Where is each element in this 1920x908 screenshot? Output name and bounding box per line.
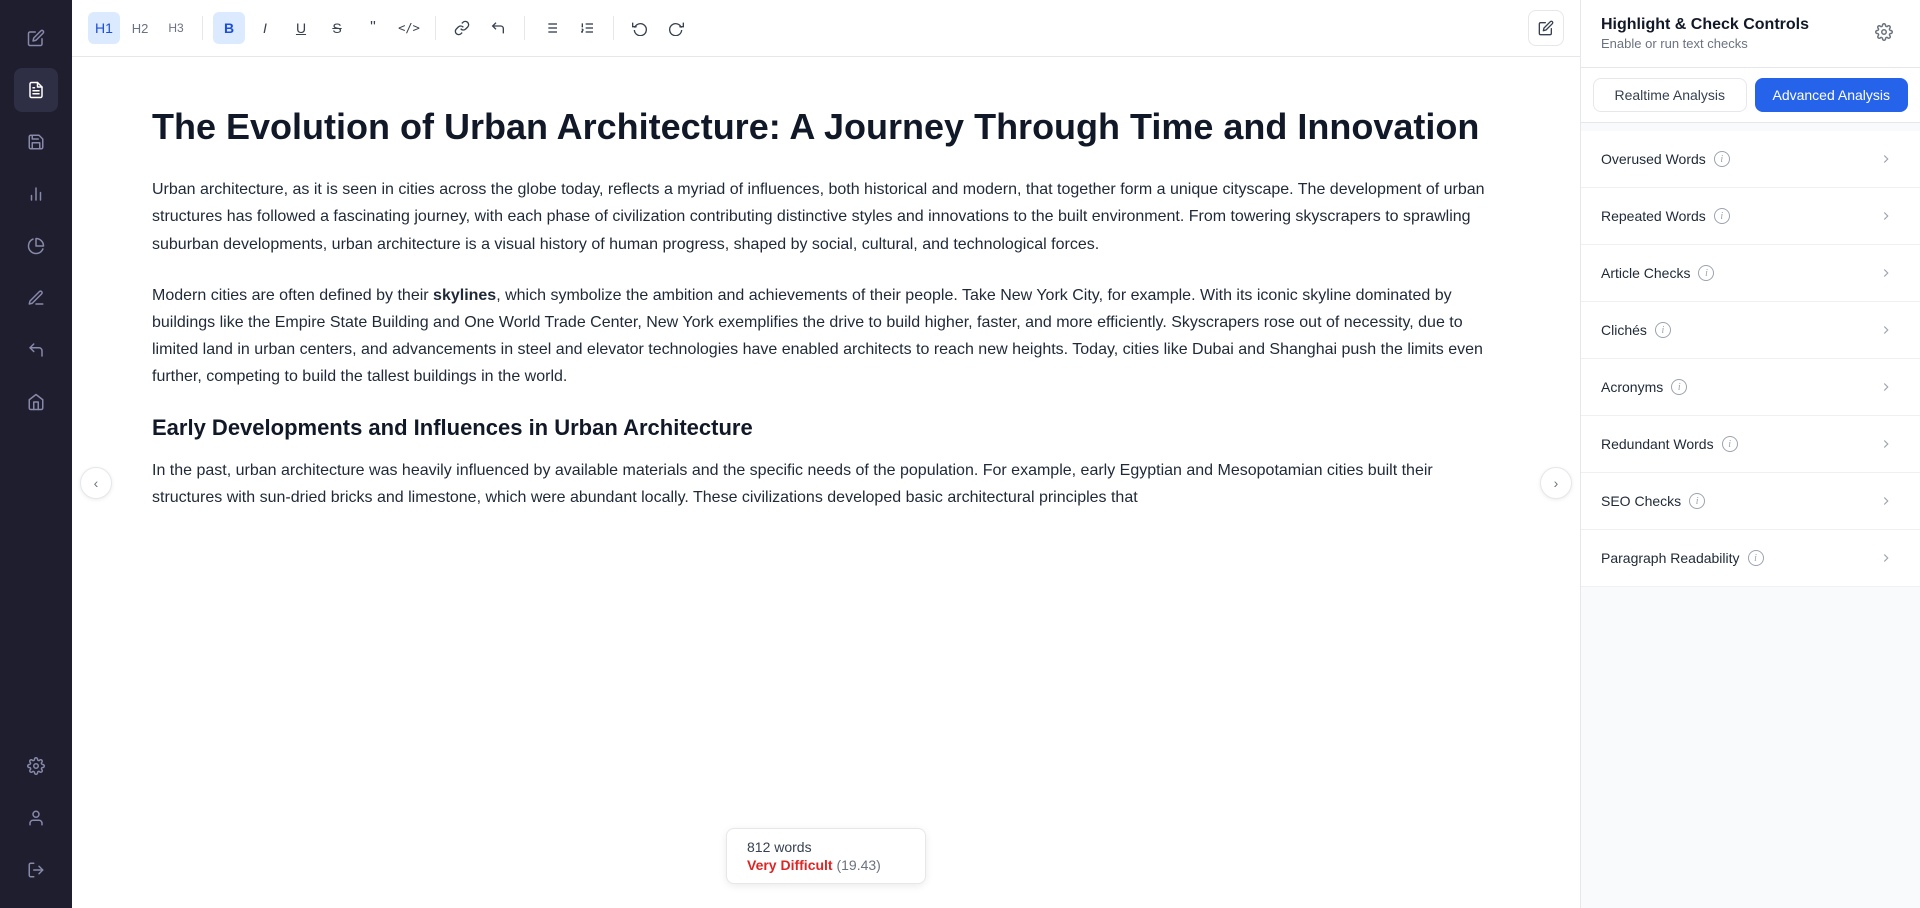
paragraph-readability-item[interactable]: Paragraph Readability i	[1581, 530, 1920, 587]
save-icon[interactable]	[14, 120, 58, 164]
user-icon[interactable]	[14, 796, 58, 840]
advanced-analysis-tab[interactable]: Advanced Analysis	[1755, 78, 1909, 112]
cliches-item[interactable]: Clichés i	[1581, 302, 1920, 359]
paragraph-3: In the past, urban architecture was heav…	[152, 457, 1500, 511]
undo-curved-icon[interactable]	[14, 328, 58, 372]
repeated-words-info-icon[interactable]: i	[1714, 208, 1730, 224]
repeated-words-label: Repeated Words	[1601, 208, 1706, 224]
italic-button[interactable]: I	[249, 12, 281, 44]
chart-pie-icon[interactable]	[14, 224, 58, 268]
chart-bar-icon[interactable]	[14, 172, 58, 216]
h1-button[interactable]: H1	[88, 12, 120, 44]
overused-words-run-btn[interactable]	[1872, 145, 1900, 173]
seo-checks-info-icon[interactable]: i	[1689, 493, 1705, 509]
editor-area[interactable]: The Evolution of Urban Architecture: A J…	[72, 57, 1580, 908]
cliches-info-icon[interactable]: i	[1655, 322, 1671, 338]
main-area: H1 H2 H3 B I U S " </>	[72, 0, 1580, 908]
seo-checks-left: SEO Checks i	[1601, 493, 1705, 509]
paragraph-1: Urban architecture, as it is seen in cit…	[152, 176, 1500, 258]
quote-button[interactable]: "	[357, 12, 389, 44]
paragraph-readability-info-icon[interactable]: i	[1748, 550, 1764, 566]
edit-icon[interactable]	[14, 16, 58, 60]
redundant-words-left: Redundant Words i	[1601, 436, 1738, 452]
divider-2	[435, 16, 436, 40]
section-heading: Early Developments and Influences in Urb…	[152, 415, 1500, 441]
paragraph-readability-label: Paragraph Readability	[1601, 550, 1740, 566]
word-count: 812 words	[747, 839, 905, 855]
divider-1	[202, 16, 203, 40]
link-button[interactable]	[446, 12, 478, 44]
bold-button[interactable]: B	[213, 12, 245, 44]
overused-words-item[interactable]: Overused Words i	[1581, 131, 1920, 188]
article-checks-label: Article Checks	[1601, 265, 1690, 281]
paragraph-2: Modern cities are often defined by their…	[152, 282, 1500, 391]
redundant-words-label: Redundant Words	[1601, 436, 1714, 452]
toolbar: H1 H2 H3 B I U S " </>	[72, 0, 1580, 57]
repeated-words-item[interactable]: Repeated Words i	[1581, 188, 1920, 245]
overused-words-left: Overused Words i	[1601, 151, 1730, 167]
strikethrough-button[interactable]: S	[321, 12, 353, 44]
repeated-words-left: Repeated Words i	[1601, 208, 1730, 224]
article-checks-run-btn[interactable]	[1872, 259, 1900, 287]
seo-checks-run-btn[interactable]	[1872, 487, 1900, 515]
article-title: The Evolution of Urban Architecture: A J…	[152, 105, 1500, 148]
code-button[interactable]: </>	[393, 12, 425, 44]
home-icon[interactable]	[14, 380, 58, 424]
editor-content: The Evolution of Urban Architecture: A J…	[152, 105, 1500, 511]
seo-checks-item[interactable]: SEO Checks i	[1581, 473, 1920, 530]
h3-button[interactable]: H3	[160, 12, 192, 44]
acronyms-item[interactable]: Acronyms i	[1581, 359, 1920, 416]
panel-subtitle: Enable or run text checks	[1601, 36, 1809, 51]
nav-left-arrow[interactable]: ‹	[80, 467, 112, 499]
ordered-list-button[interactable]	[571, 12, 603, 44]
acronyms-label: Acronyms	[1601, 379, 1663, 395]
redo-button[interactable]	[660, 12, 692, 44]
tab-bar: Realtime Analysis Advanced Analysis	[1581, 68, 1920, 123]
paragraph-readability-run-btn[interactable]	[1872, 544, 1900, 572]
divider-3	[524, 16, 525, 40]
redundant-words-item[interactable]: Redundant Words i	[1581, 416, 1920, 473]
clear-format-button[interactable]	[482, 12, 514, 44]
repeated-words-run-btn[interactable]	[1872, 202, 1900, 230]
acronyms-left: Acronyms i	[1601, 379, 1687, 395]
sidebar	[0, 0, 72, 908]
panel-header-text: Highlight & Check Controls Enable or run…	[1601, 16, 1809, 51]
redundant-words-info-icon[interactable]: i	[1722, 436, 1738, 452]
acronyms-info-icon[interactable]: i	[1671, 379, 1687, 395]
underline-button[interactable]: U	[285, 12, 317, 44]
divider-4	[613, 16, 614, 40]
nav-right-arrow[interactable]: ›	[1540, 467, 1572, 499]
document-icon[interactable]	[14, 68, 58, 112]
realtime-analysis-tab[interactable]: Realtime Analysis	[1593, 78, 1747, 112]
article-checks-info-icon[interactable]: i	[1698, 265, 1714, 281]
acronyms-run-btn[interactable]	[1872, 373, 1900, 401]
edit-pencil-button[interactable]	[1528, 10, 1564, 46]
readability-difficulty: Very Difficult (19.43)	[747, 857, 905, 873]
h2-button[interactable]: H2	[124, 12, 156, 44]
article-checks-left: Article Checks i	[1601, 265, 1714, 281]
logout-icon[interactable]	[14, 848, 58, 892]
difficulty-score: (19.43)	[836, 857, 880, 873]
cliches-left: Clichés i	[1601, 322, 1671, 338]
article-checks-item[interactable]: Article Checks i	[1581, 245, 1920, 302]
redundant-words-run-btn[interactable]	[1872, 430, 1900, 458]
checks-list: Overused Words i Repeated Words i Articl…	[1581, 123, 1920, 908]
panel-settings-button[interactable]	[1868, 16, 1900, 48]
panel-title: Highlight & Check Controls	[1601, 16, 1809, 34]
cliches-run-btn[interactable]	[1872, 316, 1900, 344]
panel-header: Highlight & Check Controls Enable or run…	[1581, 0, 1920, 68]
word-count-bar: 812 words Very Difficult (19.43)	[726, 828, 926, 884]
overused-words-info-icon[interactable]: i	[1714, 151, 1730, 167]
difficulty-label: Very Difficult	[747, 857, 833, 873]
settings-gear-icon[interactable]	[14, 744, 58, 788]
overused-words-label: Overused Words	[1601, 151, 1706, 167]
undo-button[interactable]	[624, 12, 656, 44]
cliches-label: Clichés	[1601, 322, 1647, 338]
pencil-alt-icon[interactable]	[14, 276, 58, 320]
bullet-list-button[interactable]	[535, 12, 567, 44]
paragraph-readability-left: Paragraph Readability i	[1601, 550, 1764, 566]
seo-checks-label: SEO Checks	[1601, 493, 1681, 509]
right-panel: Highlight & Check Controls Enable or run…	[1580, 0, 1920, 908]
